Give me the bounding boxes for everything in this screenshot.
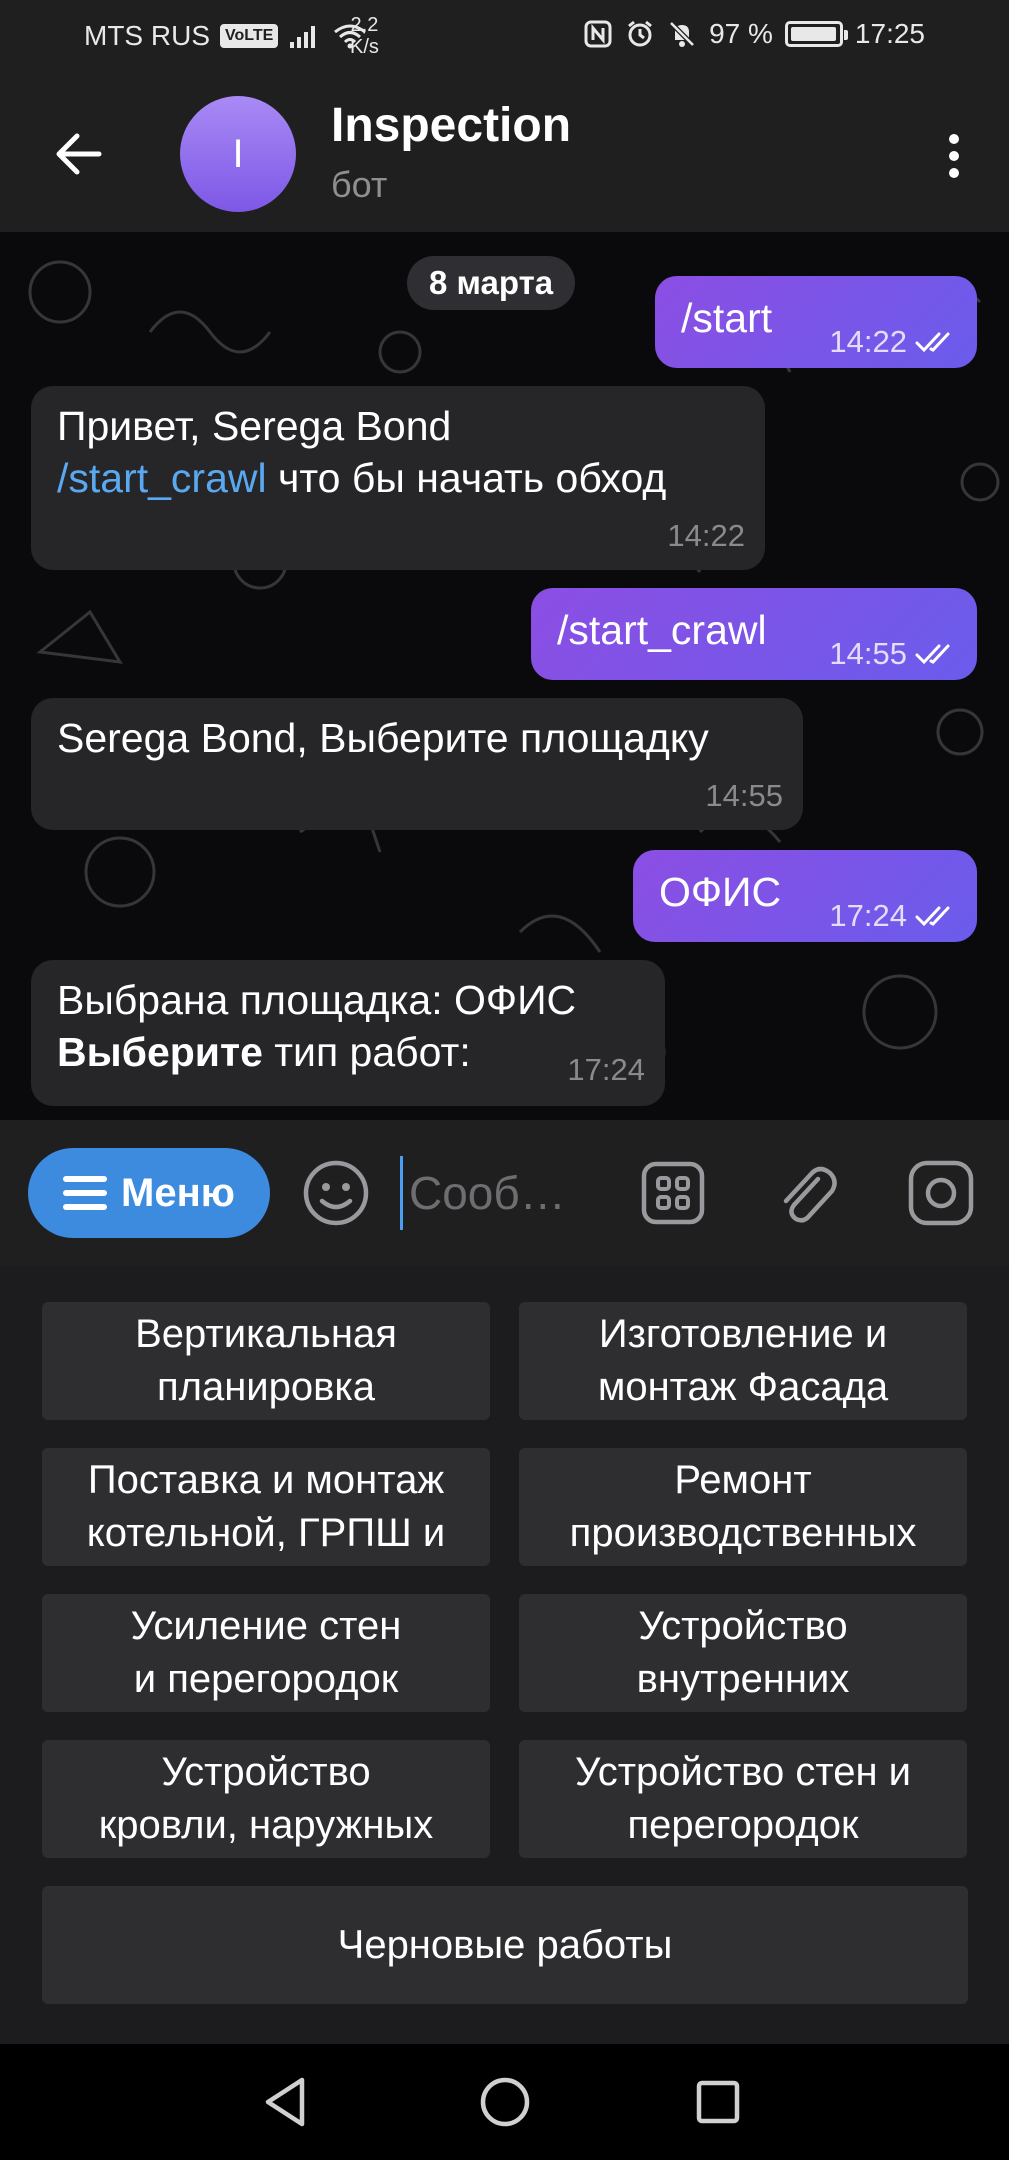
keyboard-button[interactable]: Устройство кровли, наружных [42,1740,490,1858]
double-check-icon [915,906,950,927]
bot-menu-button[interactable]: Меню [28,1148,270,1238]
bot-reply-keyboard: Вертикальная планировка Изготовление и м… [0,1266,1009,2044]
back-button[interactable] [44,120,112,188]
keyboard-button[interactable]: Устройство внутренних [519,1594,967,1712]
grid-icon [641,1161,705,1225]
message-time: 17:24 [567,1052,645,1087]
keyboard-button[interactable]: Вертикальная планировка [42,1302,490,1420]
date-separator: 8 марта [407,256,576,310]
message-text: Привет, Serega Bond [57,403,452,449]
system-nav-bar [0,2044,1009,2160]
avatar[interactable]: I [180,96,296,212]
battery-icon [784,21,848,47]
more-dot-icon [949,168,959,178]
outgoing-message[interactable]: /start 14:22 [655,276,977,368]
avatar-letter: I [232,131,244,176]
outgoing-message[interactable]: /start_crawl 14:55 [531,588,977,680]
emoji-button[interactable] [301,1158,371,1228]
message-input-bar: Меню [0,1120,1009,1266]
keyboard-button[interactable]: Черновые работы [42,1886,968,2004]
hamburger-icon [63,1176,108,1210]
speed-value: 2,2 [350,14,379,36]
message-bold-text: Выберите [57,1029,263,1075]
circle-home-icon [480,2077,530,2127]
bell-off-icon [669,21,695,47]
carrier-label: MTS RUS [84,20,210,51]
chat-subtitle: бот [331,164,388,205]
paperclip-icon [783,1166,837,1223]
message-time: 17:24 [829,898,907,933]
chat-header: I Inspection бот [0,76,1009,232]
command-link[interactable]: /start_crawl [57,455,267,501]
outgoing-message[interactable]: ОФИС 17:24 [633,850,977,942]
battery-percent: 97 % [709,18,773,49]
message-text: /start_crawl [557,607,767,653]
menu-label: Меню [121,1170,235,1215]
incoming-message[interactable]: Serega Bond, Выберите площадку 14:55 [31,698,803,830]
nav-back-button[interactable] [258,2074,314,2130]
bot-keyboard-button[interactable] [638,1158,708,1228]
message-time: 14:55 [705,778,783,813]
smile-icon [303,1160,369,1226]
keyboard-button[interactable]: Ремонт производственных [519,1448,967,1566]
nfc-icon [584,20,612,48]
keyboard-button[interactable]: Изготовление и монтаж Фасада [519,1302,967,1420]
volte-badge: VoLTE [220,24,279,48]
incoming-message[interactable]: Выбрана площадка: ОФИС Выберите тип рабо… [31,960,665,1106]
speed-unit: K/s [350,36,379,58]
arrow-left-icon [56,133,102,175]
message-text-line2: /start_crawl что бы начать обход [57,452,765,504]
status-bar: MTS RUS VoLTE 2,2 K/s 97 % 17:25 [0,0,1009,76]
chat-area[interactable]: 8 марта /start 14:22 Привет, Serega Bond… [0,232,1009,1120]
message-text-rest: тип работ: [262,1029,471,1075]
incoming-message[interactable]: Привет, Serega Bond /start_crawl что бы … [31,386,765,570]
chat-title[interactable]: Inspection [331,98,571,153]
message-text: Выбрана площадка: ОФИС [57,977,577,1023]
attach-button[interactable] [771,1158,841,1228]
nav-recents-button[interactable] [690,2074,746,2130]
message-text: Serega Bond, Выберите площадку [57,715,709,761]
signal-icon [290,26,316,48]
alarm-icon [628,20,653,47]
square-recents-icon [696,2080,740,2124]
message-text-rest: что бы начать обход [266,455,667,501]
more-options-button[interactable] [929,126,979,186]
nav-home-button[interactable] [477,2074,533,2130]
message-text: ОФИС [659,869,782,915]
network-speed: 2,2 K/s [350,14,379,58]
double-check-icon [915,332,950,353]
camera-icon [908,1160,974,1226]
double-check-icon [915,644,950,665]
message-input[interactable] [400,1156,580,1230]
more-dot-icon [949,134,959,144]
triangle-back-icon [265,2077,305,2127]
message-time: 14:22 [829,324,907,359]
keyboard-button[interactable]: Усиление стен и перегородок [42,1594,490,1712]
message-text: /start [681,295,773,341]
keyboard-button[interactable]: Поставка и монтаж котельной, ГРПШ и [42,1448,490,1566]
keyboard-button[interactable]: Устройство стен и перегородок [519,1740,967,1858]
status-right: 97 % 17:25 [583,18,925,50]
camera-button[interactable] [906,1158,976,1228]
message-time: 14:22 [667,518,745,553]
status-left: MTS RUS VoLTE [84,20,368,52]
message-time: 14:55 [829,636,907,671]
more-dot-icon [949,151,959,161]
clock: 17:25 [854,18,925,49]
